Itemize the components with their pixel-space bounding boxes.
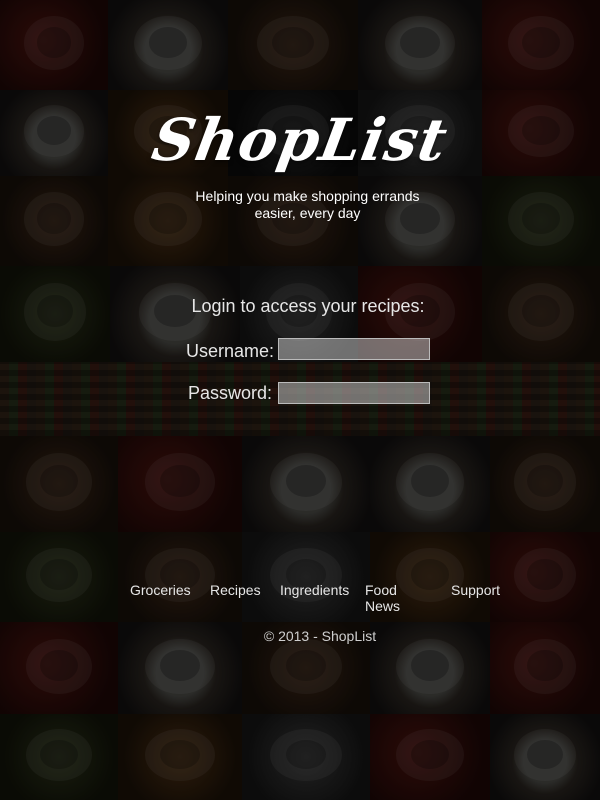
nav-link-food-news[interactable]: Food News [365, 582, 400, 614]
username-input[interactable] [278, 338, 430, 360]
nav-link-ingredients[interactable]: Ingredients [280, 582, 349, 598]
login-heading: Login to access your recipes: [191, 296, 425, 316]
password-label: Password: [187, 383, 272, 403]
username-label: Username: [185, 341, 274, 361]
tagline: Helping you make shopping errands easier… [195, 188, 420, 221]
nav-link-recipes[interactable]: Recipes [210, 582, 261, 598]
password-input[interactable] [278, 382, 430, 404]
nav-link-support[interactable]: Support [451, 582, 500, 598]
copyright: © 2013 - ShopList [263, 628, 377, 644]
nav-link-groceries[interactable]: Groceries [130, 582, 191, 598]
shoplist-logo: ShopList [147, 106, 453, 174]
